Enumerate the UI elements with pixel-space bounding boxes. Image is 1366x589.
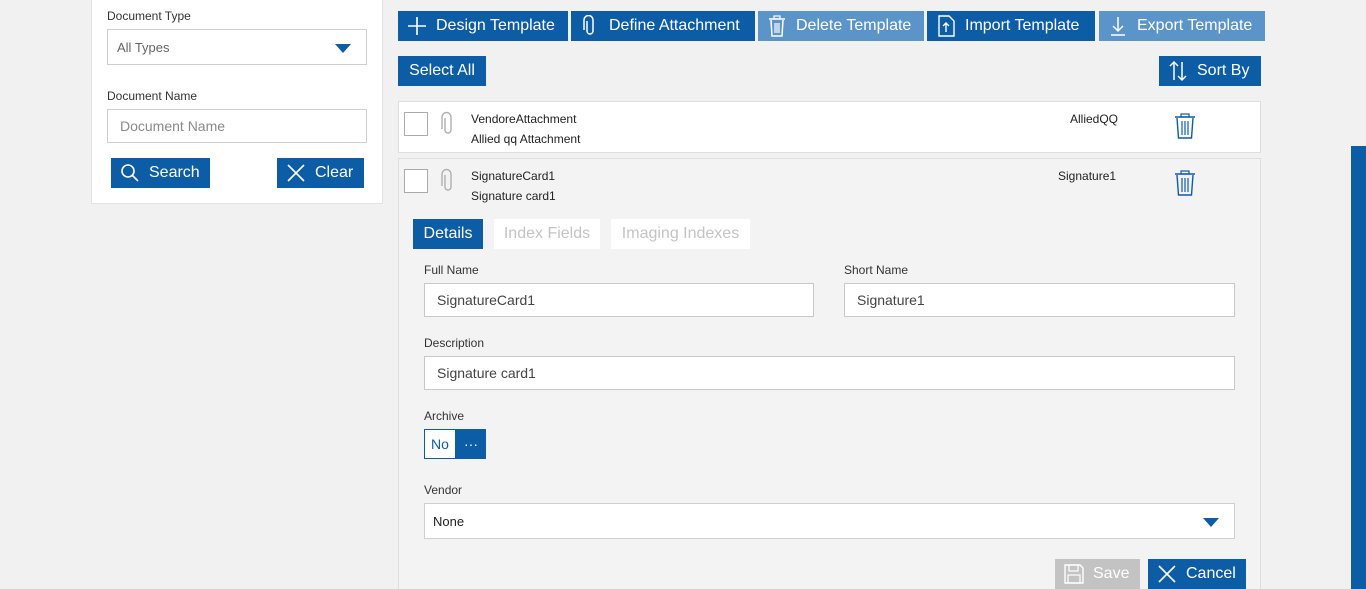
chevron-down-icon (335, 44, 351, 53)
short-name-value: Signature1 (857, 292, 925, 308)
trash-icon (766, 15, 788, 37)
delete-row-icon[interactable] (1174, 113, 1196, 144)
plus-icon (406, 15, 428, 37)
tab-details[interactable]: Details (413, 219, 483, 249)
full-name-value: SignatureCard1 (437, 292, 536, 308)
close-icon (285, 162, 307, 184)
archive-toggle[interactable]: No ··· (424, 429, 486, 459)
file-import-icon (935, 15, 957, 37)
import-template-label: Import Template (965, 17, 1080, 34)
floppy-disk-icon (1063, 563, 1085, 585)
define-attachment-label: Define Attachment (609, 17, 740, 34)
vendor-label: Vendor (424, 483, 463, 497)
template-description: Allied qq Attachment (471, 132, 581, 146)
document-name-input[interactable] (107, 109, 367, 143)
sort-by-label: Sort By (1197, 62, 1250, 79)
full-name-label: Full Name (424, 263, 479, 277)
design-template-button[interactable]: Design Template (398, 11, 568, 41)
description-label: Description (424, 336, 485, 350)
template-short-name: AlliedQQ (1070, 112, 1119, 126)
template-full-name: SignatureCard1 (471, 169, 556, 183)
cancel-button[interactable]: Cancel (1148, 559, 1246, 589)
define-attachment-button[interactable]: Define Attachment (571, 11, 755, 41)
paperclip-icon (441, 168, 455, 199)
tab-imaging-indexes[interactable]: Imaging Indexes (611, 219, 750, 249)
search-icon (119, 162, 141, 184)
close-icon (1156, 563, 1178, 585)
row-checkbox[interactable] (404, 169, 428, 193)
select-all-label: Select All (409, 62, 475, 79)
cancel-button-label: Cancel (1186, 565, 1236, 582)
full-name-field[interactable]: SignatureCard1 (424, 283, 814, 317)
sort-by-button[interactable]: Sort By (1159, 56, 1261, 86)
tab-index-fields[interactable]: Index Fields (494, 219, 600, 249)
template-row-expanded[interactable]: SignatureCard1 Signature card1 Signature… (398, 158, 1261, 589)
delete-template-label: Delete Template (796, 17, 912, 34)
delete-template-button[interactable]: Delete Template (758, 11, 924, 41)
paperclip-icon (441, 111, 455, 142)
document-name-label: Document Name (107, 89, 198, 103)
export-template-button[interactable]: Export Template (1099, 11, 1265, 41)
save-button-label: Save (1093, 565, 1130, 582)
template-row[interactable]: VendoreAttachment Allied qq Attachment A… (398, 101, 1261, 153)
scrollbar[interactable] (1351, 146, 1366, 589)
vendor-select[interactable]: None (424, 503, 1235, 539)
description-field[interactable]: Signature card1 (424, 356, 1235, 390)
row-checkbox[interactable] (404, 112, 428, 136)
sort-arrows-icon (1167, 60, 1189, 82)
clear-button[interactable]: Clear (277, 158, 364, 188)
download-icon (1107, 15, 1129, 37)
document-type-select[interactable]: All Types (107, 29, 367, 65)
select-all-button[interactable]: Select All (398, 56, 486, 86)
clear-button-label: Clear (315, 164, 354, 181)
short-name-label: Short Name (844, 263, 909, 277)
short-name-field[interactable]: Signature1 (844, 283, 1235, 317)
template-full-name: VendoreAttachment (471, 112, 577, 126)
search-button-label: Search (149, 164, 200, 181)
search-button[interactable]: Search (111, 158, 210, 188)
template-description: Signature card1 (471, 189, 556, 203)
chevron-down-icon (1203, 518, 1219, 527)
archive-no-option[interactable]: No (424, 429, 456, 459)
template-short-name: Signature1 (1058, 169, 1117, 183)
paperclip-icon (579, 15, 601, 37)
import-template-button[interactable]: Import Template (927, 11, 1095, 41)
save-button[interactable]: Save (1055, 559, 1140, 589)
archive-more-option[interactable]: ··· (456, 429, 486, 459)
delete-row-icon[interactable] (1174, 170, 1196, 201)
filter-panel: Document Type All Types Document Name Se… (91, 0, 383, 204)
design-template-label: Design Template (436, 17, 555, 34)
export-template-label: Export Template (1137, 17, 1253, 34)
description-value: Signature card1 (437, 365, 536, 381)
document-type-label: Document Type (107, 9, 191, 23)
vendor-value: None (433, 514, 465, 529)
document-type-value: All Types (117, 40, 170, 55)
archive-label: Archive (424, 409, 465, 423)
